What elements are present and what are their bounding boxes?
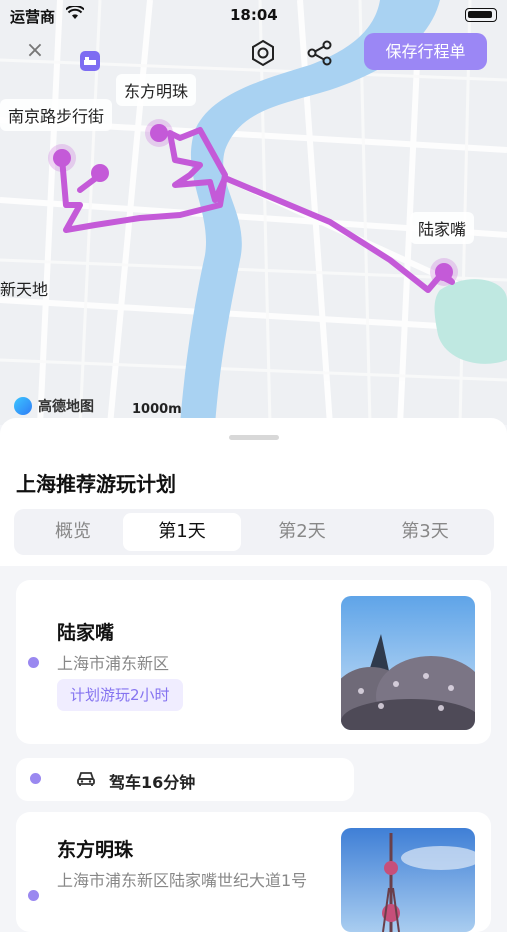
spot-address: 上海市浦东新区 bbox=[57, 654, 170, 673]
timeline-dot bbox=[28, 890, 39, 901]
spot-photo[interactable] bbox=[341, 828, 475, 932]
tab-day-3[interactable]: 第3天 bbox=[366, 513, 484, 551]
map-provider-logo: 高德地图 bbox=[14, 396, 94, 416]
map-label-oriental-pearl[interactable]: 东方明珠 bbox=[116, 74, 197, 106]
amap-logo-icon bbox=[14, 397, 32, 415]
map-view[interactable]: 运营商 18:04 × 保存行程单 南京路步行街 东方明珠 陆家嘴 新天地 高德… bbox=[0, 0, 507, 425]
car-icon bbox=[76, 770, 96, 792]
day-tabs: 概览 第1天 第2天 第3天 bbox=[14, 509, 494, 555]
settings-icon[interactable] bbox=[246, 36, 280, 70]
spot-card[interactable]: 东方明珠 上海市浦东新区陆家嘴世纪大道1号 bbox=[16, 812, 491, 932]
transit-text: 驾车16分钟 bbox=[109, 773, 196, 792]
itinerary-list: 陆家嘴 上海市浦东新区 计划游玩2小时 驾车16分钟 东方明珠 上海市浦东新区陆… bbox=[0, 566, 507, 932]
tab-overview[interactable]: 概览 bbox=[14, 513, 132, 551]
share-icon[interactable] bbox=[303, 36, 337, 70]
battery-icon bbox=[465, 8, 497, 22]
map-label-nanjing-road[interactable]: 南京路步行街 bbox=[0, 99, 113, 131]
duration-tag: 计划游玩2小时 bbox=[57, 679, 183, 711]
close-icon[interactable]: × bbox=[22, 38, 48, 64]
spot-address: 上海市浦东新区陆家嘴世纪大道1号 bbox=[57, 871, 308, 890]
itinerary-sheet: 上海推荐游玩计划 概览 第1天 第2天 第3天 陆家嘴 上海市浦东新区 计划游玩… bbox=[0, 418, 507, 932]
map-provider-name: 高德地图 bbox=[38, 399, 94, 415]
tab-day-2[interactable]: 第2天 bbox=[243, 513, 361, 551]
clock: 18:04 bbox=[230, 6, 278, 24]
tab-day-1[interactable]: 第1天 bbox=[123, 513, 241, 551]
timeline-dot bbox=[30, 773, 41, 784]
map-label-xintiandi: 新天地 bbox=[0, 280, 49, 299]
plan-title: 上海推荐游玩计划 bbox=[16, 472, 176, 496]
spot-photo[interactable] bbox=[341, 596, 475, 730]
status-bar: 运营商 18:04 bbox=[0, 0, 507, 30]
spot-name: 东方明珠 bbox=[57, 839, 134, 861]
save-itinerary-button[interactable]: 保存行程单 bbox=[364, 33, 487, 70]
spot-card[interactable]: 陆家嘴 上海市浦东新区 计划游玩2小时 bbox=[16, 580, 491, 744]
drag-handle[interactable] bbox=[229, 435, 279, 440]
transit-row[interactable]: 驾车16分钟 bbox=[16, 758, 354, 801]
carrier-text: 运营商 bbox=[10, 8, 56, 26]
map-scale: 1000m bbox=[132, 402, 182, 417]
hotel-icon[interactable] bbox=[80, 51, 100, 71]
map-label-lujiazui[interactable]: 陆家嘴 bbox=[410, 212, 475, 244]
timeline-dot bbox=[28, 657, 39, 668]
spot-name: 陆家嘴 bbox=[57, 622, 115, 644]
